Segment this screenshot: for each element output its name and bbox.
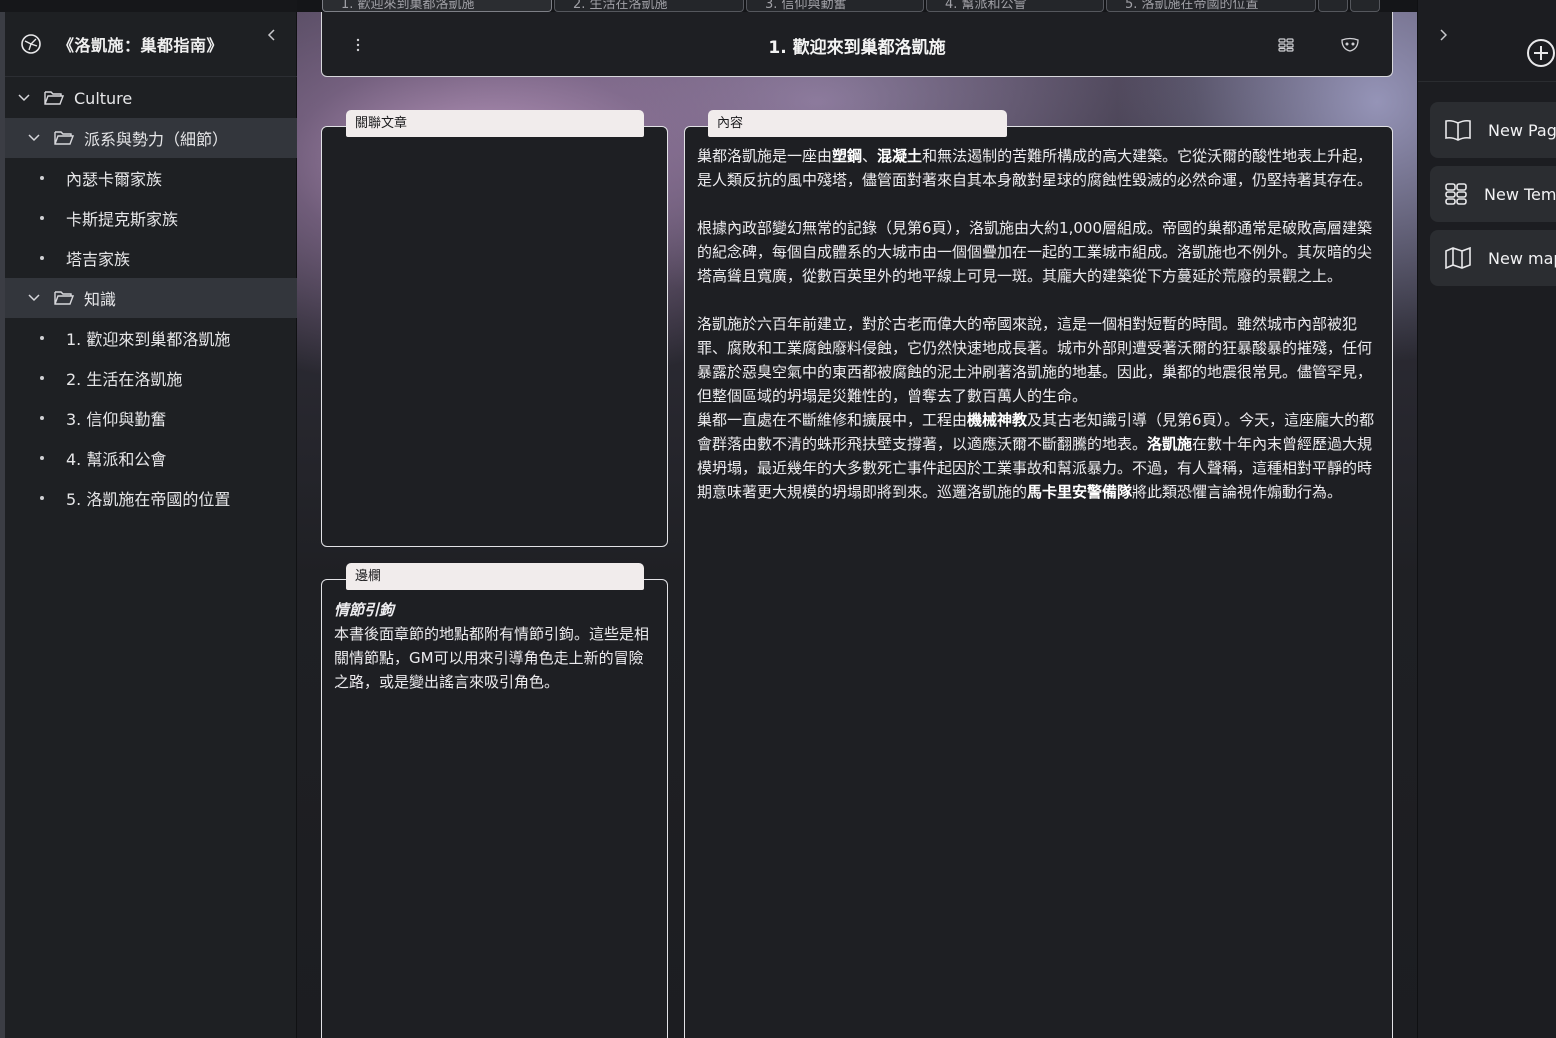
tab-strip: 1. 歡迎來到巢都洛凱施 2. 生活在洛凱施 3. 信仰與勤奮 4. 幫派和公會… — [297, 0, 1417, 12]
quick-create-panel: New Page New Template New map — [1417, 0, 1556, 1038]
tab-label: 4. 幫派和公會 — [945, 0, 1027, 12]
aside-heading: 情節引鉤 — [334, 601, 395, 619]
content-paragraph: 洛凱施於六百年前建立，對於古老而偉大的帝國來說，這是一個相對短暫的時間。雖然城市… — [697, 315, 1373, 405]
tree-page-label: 內瑟卡爾家族 — [66, 170, 163, 189]
related-articles-panel — [321, 126, 668, 547]
tree-folder-lore[interactable]: 知識 — [5, 278, 297, 318]
add-circle-icon[interactable] — [1525, 37, 1556, 69]
expand-panel-icon[interactable] — [1435, 26, 1451, 44]
tab-3[interactable]: 3. 信仰與勤奮 — [746, 0, 924, 12]
tree-page-item[interactable]: 內瑟卡爾家族 — [5, 158, 297, 198]
tree-page-label: 2. 生活在洛凱施 — [66, 370, 183, 389]
tab-label: 3. 信仰與勤奮 — [765, 0, 847, 12]
content-body[interactable]: 巢都洛凱施是一座由塑鋼、混凝土和無法遏制的苦難所構成的高大建築。它從沃爾的酸性地… — [697, 144, 1382, 504]
tree-page-item[interactable]: 5. 洛凱施在帝國的位置 — [5, 478, 297, 518]
sidebar: 《洛凱施：巢都指南》 Culture 派系與勢力（細節） 內瑟卡爾家族 卡斯提克… — [0, 0, 297, 1038]
aside-body: 本書後面章節的地點都附有情節引鉤。這些是相關情節點，GM可以用來引導角色走上新的… — [334, 625, 650, 691]
folder-open-icon — [54, 129, 74, 147]
tree-page-item[interactable]: 1. 歡迎來到巢都洛凱施 — [5, 318, 297, 358]
tree-page-item[interactable]: 2. 生活在洛凱施 — [5, 358, 297, 398]
delete-tab-button[interactable] — [1350, 0, 1380, 12]
related-articles-label: 關聯文章 — [346, 110, 644, 137]
bullet-icon — [40, 496, 44, 500]
bullet-icon — [40, 176, 44, 180]
chevron-down-icon[interactable] — [16, 90, 32, 106]
new-template-label: New Template — [1484, 184, 1556, 204]
new-map-label: New map — [1488, 248, 1556, 268]
document-area: 1. 歡迎來到巢都洛凱施 關聯文章 情節引鉤 本書後面章節的地點都附有情節引鉤。… — [297, 12, 1417, 1038]
tree-page-label: 4. 幫派和公會 — [66, 450, 167, 469]
folder-open-icon — [44, 89, 64, 107]
sidebar-tree: Culture 派系與勢力（細節） 內瑟卡爾家族 卡斯提克斯家族 塔吉家族 知識… — [5, 78, 297, 518]
page-title: 1. 歡迎來到巢都洛凱施 — [768, 38, 946, 58]
tree-page-item[interactable]: 卡斯提克斯家族 — [5, 198, 297, 238]
bullet-icon — [40, 456, 44, 460]
new-page-button[interactable]: New Page — [1430, 102, 1556, 158]
tree-folder-factions[interactable]: 派系與勢力（細節） — [5, 118, 297, 158]
tab-label: 1. 歡迎來到巢都洛凱施 — [341, 0, 475, 12]
tree-page-item[interactable]: 4. 幫派和公會 — [5, 438, 297, 478]
folder-open-icon — [54, 289, 74, 307]
document-header: 1. 歡迎來到巢都洛凱施 — [321, 12, 1393, 77]
collapse-sidebar-icon[interactable] — [263, 26, 281, 44]
tree-page-item[interactable]: 塔吉家族 — [5, 238, 297, 278]
aside-content: 情節引鉤 本書後面章節的地點都附有情節引鉤。這些是相關情節點，GM可以用來引導角… — [334, 598, 657, 694]
quick-create-header — [1418, 0, 1556, 82]
bullet-icon — [40, 256, 44, 260]
sidebar-header: 《洛凱施：巢都指南》 — [5, 12, 297, 77]
map-icon — [1444, 246, 1472, 270]
tree-page-label: 塔吉家族 — [66, 250, 131, 269]
aside-label: 邊欄 — [346, 563, 644, 590]
layout-grid-icon — [1444, 182, 1468, 206]
tree-folder-label: 派系與勢力（細節） — [84, 130, 229, 149]
content-label: 內容 — [708, 110, 1007, 137]
content-panel: 巢都洛凱施是一座由塑鋼、混凝土和無法遏制的苦難所構成的高大建築。它從沃爾的酸性地… — [684, 126, 1393, 1038]
tree-page-label: 5. 洛凱施在帝國的位置 — [66, 490, 231, 509]
layout-grid-icon[interactable] — [1275, 34, 1297, 56]
new-map-button[interactable]: New map — [1430, 230, 1556, 286]
chevron-down-icon[interactable] — [26, 290, 42, 306]
tree-page-label: 3. 信仰與勤奮 — [66, 410, 167, 429]
content-paragraph: 根據內政部變幻無常的記錄（見第6頁），洛凱施由大約1,000層組成。帝國的巢都通… — [697, 219, 1373, 285]
new-page-label: New Page — [1488, 120, 1556, 140]
tab-label: 2. 生活在洛凱施 — [573, 0, 668, 12]
tab-5[interactable]: 5. 洛凱施在帝國的位置 — [1106, 0, 1316, 12]
tree-folder-culture[interactable]: Culture — [5, 78, 297, 118]
bullet-icon — [40, 336, 44, 340]
sidebar-top-strip — [0, 0, 297, 12]
world-logo-icon — [20, 33, 42, 55]
tab-2[interactable]: 2. 生活在洛凱施 — [554, 0, 744, 12]
edit-tab-button[interactable] — [1318, 0, 1348, 12]
mask-icon[interactable] — [1339, 34, 1361, 56]
content-paragraph: 巢都洛凱施是一座由塑鋼、混凝土和無法遏制的苦難所構成的高大建築。它從沃爾的酸性地… — [697, 147, 1373, 189]
tab-4[interactable]: 4. 幫派和公會 — [926, 0, 1104, 12]
new-template-button[interactable]: New Template — [1430, 166, 1556, 222]
book-open-icon — [1444, 118, 1472, 142]
tree-folder-label: Culture — [74, 88, 133, 108]
tab-1[interactable]: 1. 歡迎來到巢都洛凱施 — [322, 0, 552, 12]
tree-page-item[interactable]: 3. 信仰與勤奮 — [5, 398, 297, 438]
bullet-icon — [40, 376, 44, 380]
tree-page-label: 1. 歡迎來到巢都洛凱施 — [66, 330, 231, 349]
chevron-down-icon[interactable] — [26, 130, 42, 146]
content-paragraph: 巢都一直處在不斷維修和擴展中，工程由機械神教及其古老知識引導（見第6頁）。今天，… — [697, 411, 1375, 501]
bullet-icon — [40, 216, 44, 220]
bullet-icon — [40, 416, 44, 420]
tree-page-label: 卡斯提克斯家族 — [66, 210, 179, 229]
tree-folder-label: 知識 — [84, 290, 117, 309]
world-title[interactable]: 《洛凱施：巢都指南》 — [58, 32, 223, 56]
tab-label: 5. 洛凱施在帝國的位置 — [1125, 0, 1259, 12]
aside-panel: 情節引鉤 本書後面章節的地點都附有情節引鉤。這些是相關情節點，GM可以用來引導角… — [321, 579, 668, 1038]
